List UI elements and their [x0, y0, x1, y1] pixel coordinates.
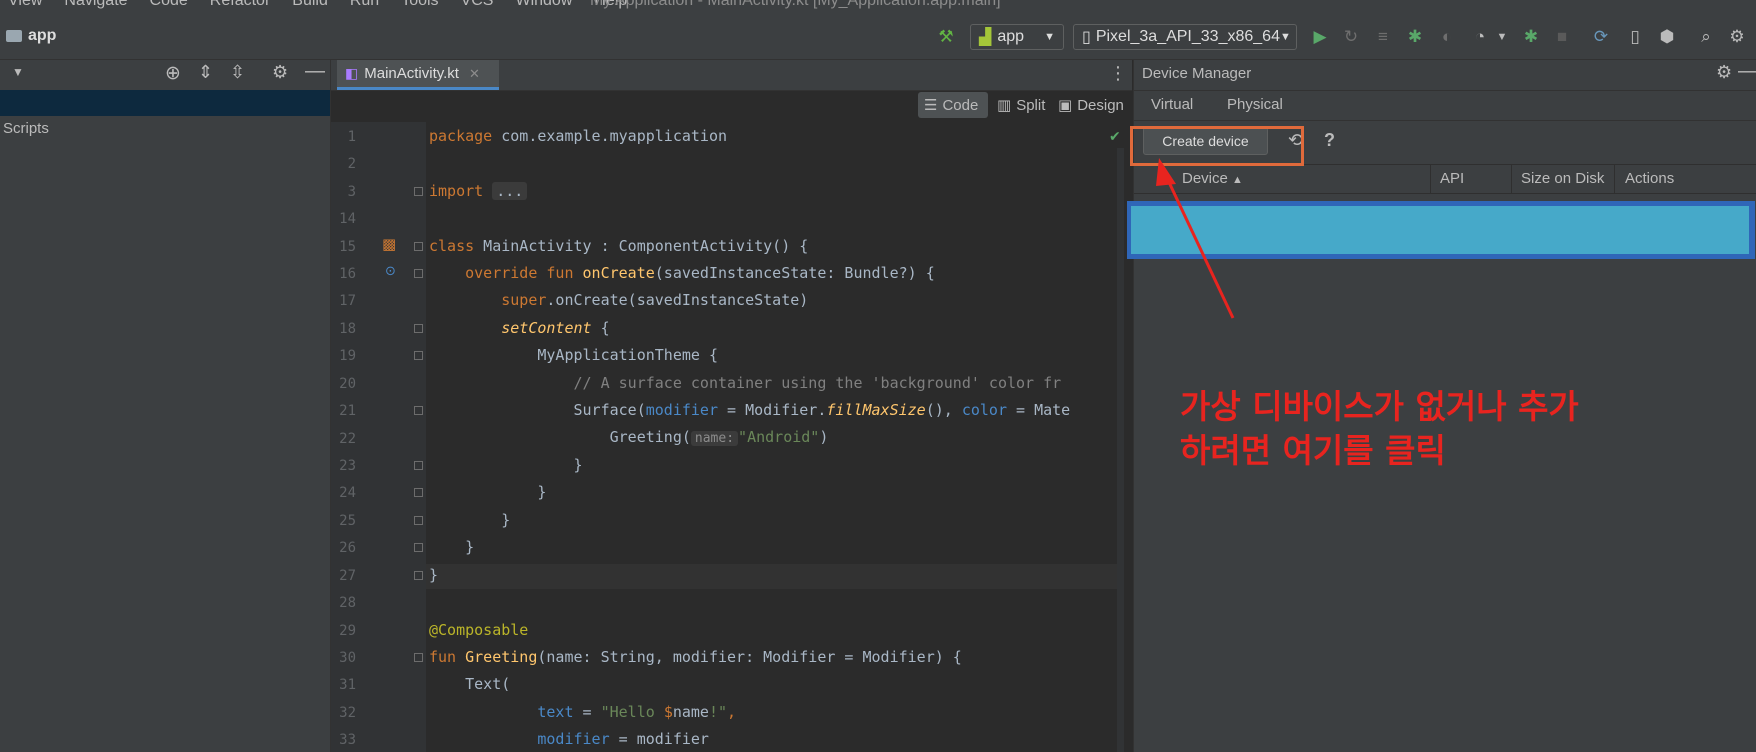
- annotation-line-2: 하려면 여기를 클릭: [1180, 430, 1446, 470]
- annotation-line-1: 가상 디바이스가 없거나 추가: [1180, 387, 1579, 426]
- annotation-text: 가상 디바이스가 없거나 추가 하려면 여기를 클릭: [1180, 385, 1579, 472]
- annotation-arrow: [1156, 158, 1235, 319]
- annotation-arrow-layer: [1156, 158, 1235, 319]
